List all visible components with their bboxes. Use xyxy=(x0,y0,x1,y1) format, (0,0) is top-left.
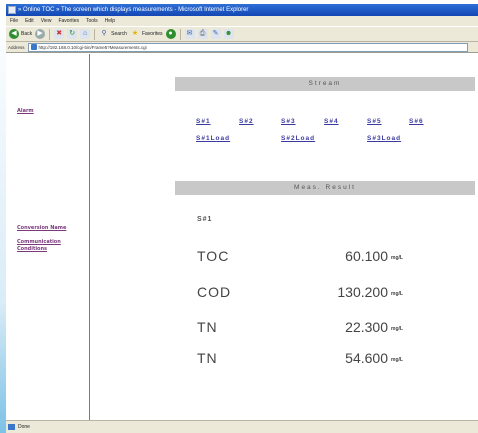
forward-button[interactable]: ▶ xyxy=(35,29,46,39)
window-title: » Online TOC » The screen which displays… xyxy=(18,7,249,13)
address-url: http://192.168.0.10/cgi-bin/Frame5?Measu… xyxy=(38,44,147,50)
ie-icon xyxy=(8,6,16,14)
media-icon[interactable]: ● xyxy=(165,29,176,39)
alarm-link[interactable]: Alarm xyxy=(17,108,34,115)
edit-icon[interactable]: ✎ xyxy=(210,29,221,39)
search-button[interactable]: ⚲ Search xyxy=(99,28,127,40)
measurement-name: TN xyxy=(197,319,218,335)
menu-file[interactable]: File xyxy=(10,16,18,26)
search-label: Search xyxy=(111,31,127,37)
back-arrow-icon: ◀ xyxy=(9,29,19,39)
measurement-value: 54.600 xyxy=(345,350,388,366)
measurement-name: TN xyxy=(197,350,218,366)
star-icon: ★ xyxy=(131,30,139,37)
menu-bar: File Edit View Favorites Tools Help xyxy=(6,16,478,26)
stream-load-link-s3[interactable]: S#3Load xyxy=(367,135,401,142)
menu-favorites[interactable]: Favorites xyxy=(58,16,79,26)
selected-stream-label: S#1 xyxy=(197,216,213,223)
back-label: Back xyxy=(21,31,33,37)
mail-icon[interactable]: ✉ xyxy=(184,29,195,39)
communication-label-line2: Conditions xyxy=(17,246,48,252)
measurement-value: 130.200 xyxy=(337,284,388,300)
search-icon: ⚲ xyxy=(101,30,107,37)
messenger-icon[interactable]: ☻ xyxy=(223,29,234,39)
stop-icon[interactable]: ✖ xyxy=(54,29,65,39)
stream-link-s3[interactable]: S#3 xyxy=(281,118,296,125)
stream-load-link-s2[interactable]: S#2Load xyxy=(281,135,315,142)
measurement-unit: mg/L xyxy=(391,326,403,332)
address-label: Address xyxy=(8,44,25,50)
menu-view[interactable]: View xyxy=(41,16,52,26)
communication-label-line1: Communication xyxy=(17,239,61,245)
measurement-frame: Stream S#1 S#2 S#3 S#4 S#5 S#6 S#1Load S… xyxy=(91,54,478,420)
measurement-unit: mg/L xyxy=(391,357,403,363)
back-button[interactable]: ◀ Back xyxy=(9,28,32,40)
stream-link-s5[interactable]: S#5 xyxy=(367,118,382,125)
address-bar: Address http://192.168.0.10/cgi-bin/Fram… xyxy=(6,42,478,53)
status-text: Done xyxy=(18,424,30,430)
measurement-name: COD xyxy=(197,284,232,300)
stream-load-link-s1[interactable]: S#1Load xyxy=(196,135,230,142)
measurement-name: TOC xyxy=(197,248,230,264)
measurement-value: 60.100 xyxy=(345,248,388,264)
stream-section-header: Stream xyxy=(175,77,475,91)
status-bar: Done xyxy=(6,420,478,433)
page-icon xyxy=(30,44,37,50)
home-icon[interactable]: ⌂ xyxy=(80,29,91,39)
navigation-frame: Alarm Conversion Name Communication Cond… xyxy=(6,54,90,420)
measurement-unit: mg/L xyxy=(391,291,403,297)
window-titlebar: » Online TOC » The screen which displays… xyxy=(6,4,478,16)
conversion-name-link[interactable]: Conversion Name xyxy=(17,225,66,232)
print-icon[interactable]: ⎙ xyxy=(197,29,208,39)
refresh-icon[interactable]: ↻ xyxy=(67,29,78,39)
toolbar-separator xyxy=(179,28,181,40)
toolbar-separator xyxy=(94,28,96,40)
stream-link-s4[interactable]: S#4 xyxy=(324,118,339,125)
page-status-icon xyxy=(8,424,15,430)
result-section-header: Meas. Result xyxy=(175,181,475,195)
favorites-button[interactable]: ★ Favorites xyxy=(130,28,163,40)
stream-link-s1[interactable]: S#1 xyxy=(196,118,211,125)
measurement-unit: mg/L xyxy=(391,255,403,261)
communication-conditions-link[interactable]: Communication Conditions xyxy=(17,239,61,253)
address-input[interactable]: http://192.168.0.10/cgi-bin/Frame5?Measu… xyxy=(27,42,468,52)
stream-link-s6[interactable]: S#6 xyxy=(409,118,424,125)
stream-link-s2[interactable]: S#2 xyxy=(239,118,254,125)
toolbar-separator xyxy=(49,28,51,40)
menu-tools[interactable]: Tools xyxy=(86,16,98,26)
browser-toolbar: ◀ Back ▶ ✖ ↻ ⌂ ⚲ Search ★ Favorites ● ✉ … xyxy=(6,26,478,42)
menu-help[interactable]: Help xyxy=(105,16,115,26)
menu-edit[interactable]: Edit xyxy=(25,16,34,26)
favorites-label: Favorites xyxy=(141,31,163,37)
measurement-value: 22.300 xyxy=(345,319,388,335)
